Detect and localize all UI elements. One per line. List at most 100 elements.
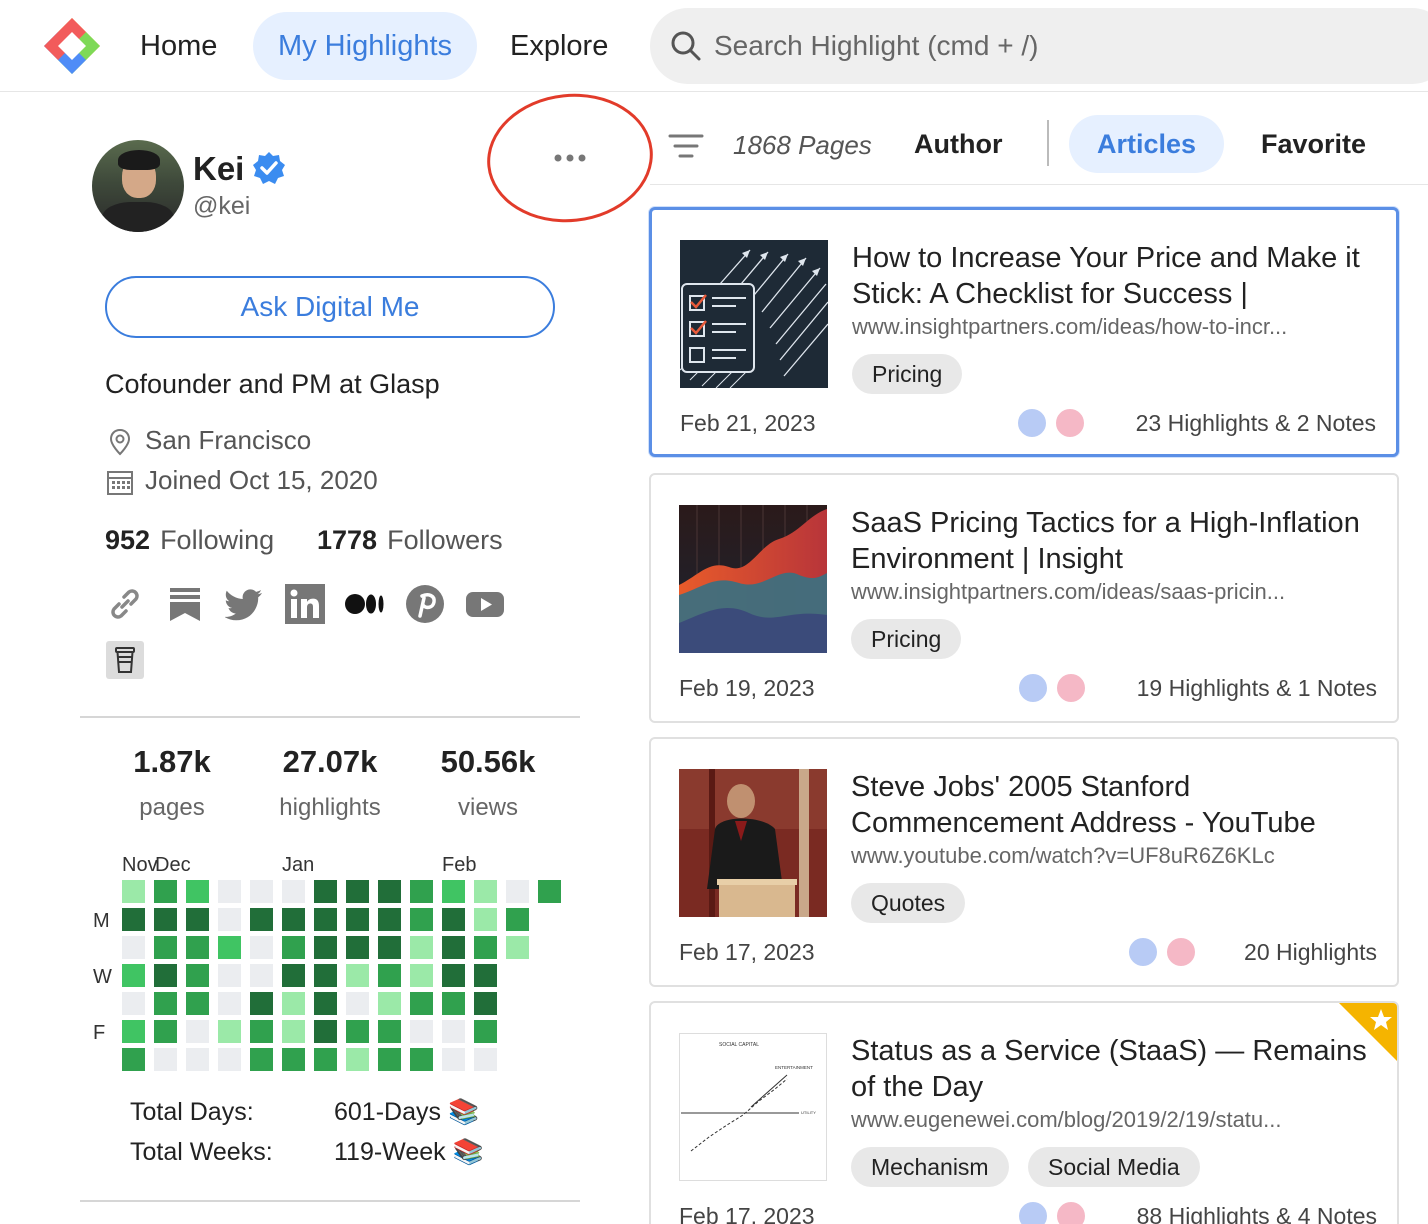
heatmap-cell[interactable] [282, 964, 305, 987]
heatmap-cell[interactable] [218, 908, 241, 931]
article-url[interactable]: www.insightpartners.com/ideas/how-to-inc… [852, 314, 1372, 340]
heatmap-cell[interactable] [442, 1048, 465, 1071]
heatmap-cell[interactable] [378, 1048, 401, 1071]
heatmap-cell[interactable] [250, 880, 273, 903]
heatmap-cell[interactable] [186, 936, 209, 959]
tab-favorite[interactable]: Favorite [1233, 115, 1394, 173]
heatmap-cell[interactable] [410, 992, 433, 1015]
heatmap-cell[interactable] [314, 936, 337, 959]
heatmap-cell[interactable] [218, 964, 241, 987]
heatmap-cell[interactable] [410, 880, 433, 903]
ask-digital-me-button[interactable]: Ask Digital Me [105, 276, 555, 338]
heatmap-cell[interactable] [186, 1048, 209, 1071]
followers-link[interactable]: 1778 Followers [317, 525, 503, 556]
article-url[interactable]: www.insightpartners.com/ideas/saas-prici… [851, 579, 1371, 605]
heatmap-cell[interactable] [218, 1020, 241, 1043]
heatmap-cell[interactable] [122, 1020, 145, 1043]
article-card[interactable]: SaaS Pricing Tactics for a High-Inflatio… [649, 473, 1399, 723]
article-title[interactable]: Status as a Service (StaaS) — Remains of… [851, 1033, 1381, 1105]
glasp-logo-icon[interactable] [42, 16, 102, 76]
heatmap-cell[interactable] [282, 992, 305, 1015]
article-thumbnail[interactable]: SOCIAL CAPITAL ENTERTAINMENT UTILITY [679, 1033, 827, 1181]
heatmap-cell[interactable] [474, 936, 497, 959]
heatmap-cell[interactable] [410, 936, 433, 959]
heatmap-cell[interactable] [442, 880, 465, 903]
search-input[interactable] [714, 22, 1414, 70]
heatmap-cell[interactable] [122, 936, 145, 959]
heatmap-cell[interactable] [250, 1020, 273, 1043]
heatmap-cell[interactable] [154, 880, 177, 903]
heatmap-cell[interactable] [506, 908, 529, 931]
heatmap-cell[interactable] [410, 1048, 433, 1071]
heatmap-cell[interactable] [122, 1048, 145, 1071]
heatmap-cell[interactable] [122, 964, 145, 987]
heatmap-cell[interactable] [282, 908, 305, 931]
heatmap-cell[interactable] [282, 880, 305, 903]
heatmap-cell[interactable] [378, 908, 401, 931]
article-card[interactable]: How to Increase Your Price and Make it S… [649, 207, 1399, 457]
link-icon[interactable] [105, 584, 145, 624]
tag-pricing[interactable]: Pricing [851, 619, 962, 659]
heatmap-cell[interactable] [154, 936, 177, 959]
article-thumbnail[interactable] [679, 769, 827, 917]
heatmap-cell[interactable] [250, 964, 273, 987]
heatmap-cell[interactable] [442, 908, 465, 931]
heatmap-cell[interactable] [538, 880, 561, 903]
youtube-icon[interactable] [465, 584, 505, 624]
heatmap-cell[interactable] [154, 908, 177, 931]
nav-explore[interactable]: Explore [490, 12, 628, 80]
heatmap-cell[interactable] [314, 880, 337, 903]
heatmap-cell[interactable] [346, 992, 369, 1015]
heatmap-cell[interactable] [186, 1020, 209, 1043]
heatmap-cell[interactable] [410, 964, 433, 987]
heatmap-cell[interactable] [410, 908, 433, 931]
following-link[interactable]: 952 Following [105, 525, 274, 556]
article-title[interactable]: SaaS Pricing Tactics for a High-Inflatio… [851, 505, 1381, 577]
tag-pricing[interactable]: Pricing [852, 354, 963, 394]
article-thumbnail[interactable] [680, 240, 828, 388]
article-card[interactable]: SOCIAL CAPITAL ENTERTAINMENT UTILITY Sta… [649, 1001, 1399, 1224]
heatmap-cell[interactable] [122, 908, 145, 931]
search-bar[interactable] [650, 8, 1428, 84]
heatmap-cell[interactable] [186, 964, 209, 987]
heatmap-cell[interactable] [474, 908, 497, 931]
medium-icon[interactable] [345, 584, 385, 624]
heatmap-cell[interactable] [346, 964, 369, 987]
heatmap-cell[interactable] [250, 992, 273, 1015]
heatmap-cell[interactable] [218, 992, 241, 1015]
nav-home[interactable]: Home [120, 12, 237, 80]
heatmap-cell[interactable] [154, 964, 177, 987]
heatmap-cell[interactable] [378, 880, 401, 903]
heatmap-cell[interactable] [442, 1020, 465, 1043]
twitter-icon[interactable] [225, 584, 265, 624]
heatmap-cell[interactable] [442, 992, 465, 1015]
nav-my-highlights[interactable]: My Highlights [253, 12, 477, 80]
heatmap-cell[interactable] [282, 1048, 305, 1071]
heatmap-cell[interactable] [378, 1020, 401, 1043]
more-options-icon[interactable] [540, 140, 600, 176]
heatmap-cell[interactable] [346, 936, 369, 959]
heatmap-cell[interactable] [442, 936, 465, 959]
article-url[interactable]: www.youtube.com/watch?v=UF8uR6Z6KLc [851, 843, 1371, 869]
heatmap-cell[interactable] [314, 1020, 337, 1043]
heatmap-cell[interactable] [186, 908, 209, 931]
heatmap-cell[interactable] [250, 908, 273, 931]
heatmap-cell[interactable] [122, 992, 145, 1015]
heatmap-cell[interactable] [474, 964, 497, 987]
heatmap-cell[interactable] [154, 1048, 177, 1071]
tag-mechanism[interactable]: Mechanism [851, 1147, 1009, 1187]
filter-icon[interactable] [668, 128, 704, 164]
heatmap-cell[interactable] [506, 880, 529, 903]
heatmap-cell[interactable] [218, 880, 241, 903]
heatmap-cell[interactable] [314, 992, 337, 1015]
heatmap-cell[interactable] [250, 936, 273, 959]
linkedin-icon[interactable] [285, 584, 325, 624]
heatmap-cell[interactable] [314, 964, 337, 987]
heatmap-cell[interactable] [378, 992, 401, 1015]
article-card[interactable]: Steve Jobs' 2005 Stanford Commencement A… [649, 737, 1399, 987]
heatmap-cell[interactable] [346, 1048, 369, 1071]
article-title[interactable]: How to Increase Your Price and Make it S… [852, 240, 1382, 312]
heatmap-cell[interactable] [378, 964, 401, 987]
heatmap-cell[interactable] [282, 936, 305, 959]
heatmap-cell[interactable] [314, 1048, 337, 1071]
